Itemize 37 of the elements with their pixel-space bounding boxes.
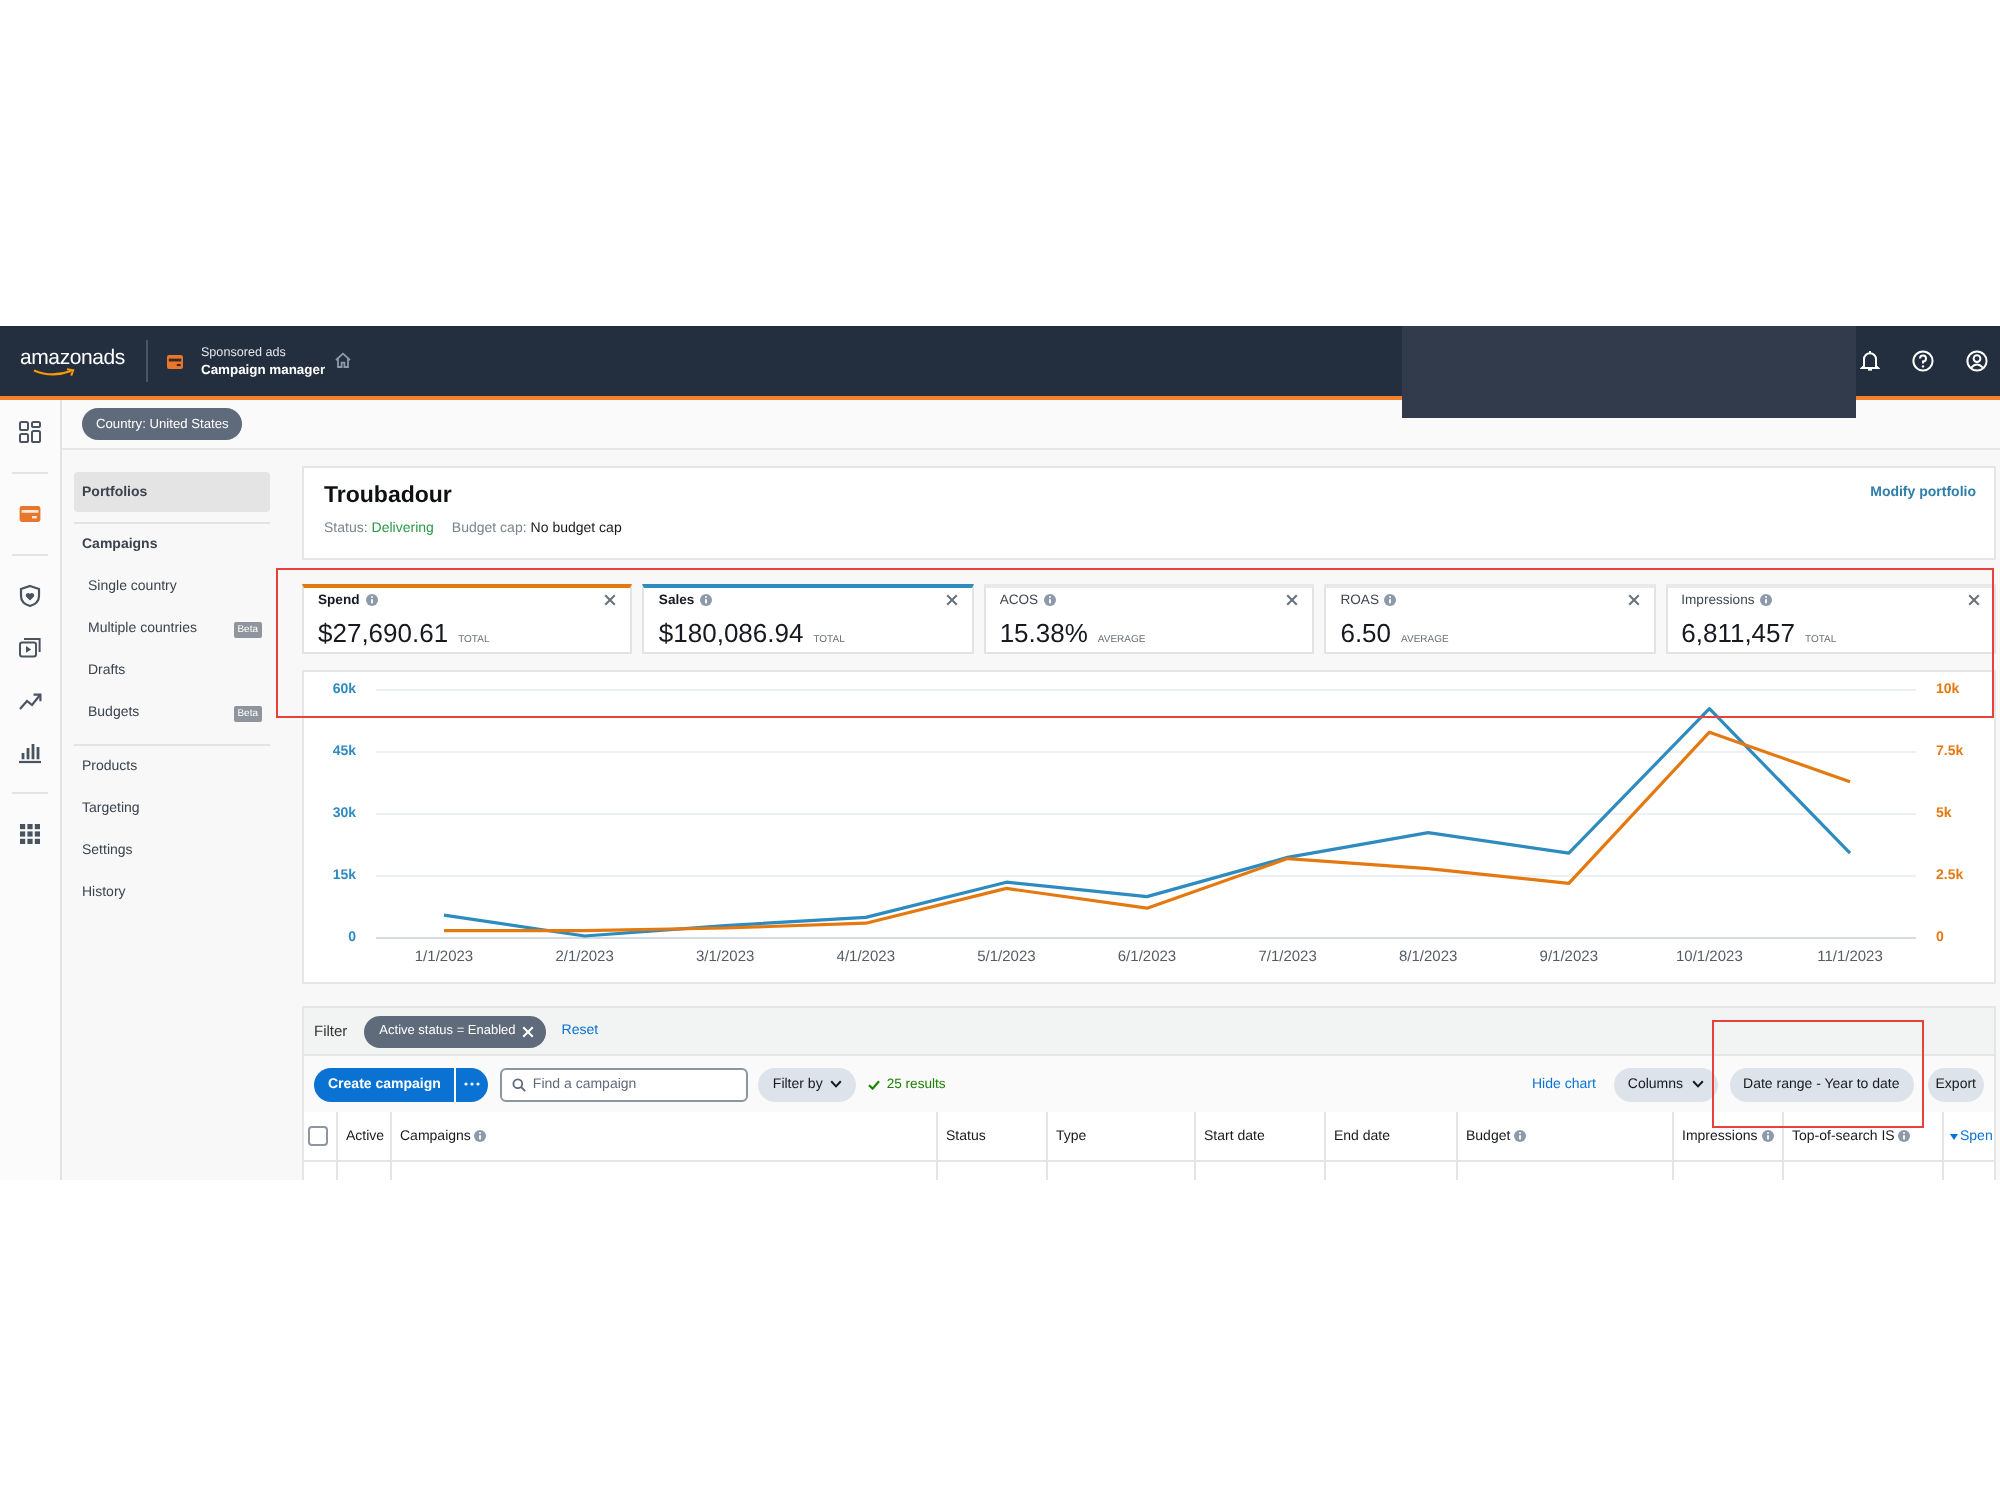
metric-value: 15.38% bbox=[999, 618, 1088, 648]
sort-icon[interactable] bbox=[1950, 1133, 1958, 1139]
smile-arrow-icon bbox=[32, 368, 76, 378]
metric-value: 6,811,457 bbox=[1681, 618, 1795, 648]
info-icon bbox=[365, 594, 378, 606]
info-icon bbox=[1384, 594, 1397, 606]
more-options-button[interactable] bbox=[456, 1067, 489, 1101]
close-icon[interactable] bbox=[1968, 594, 1981, 606]
chevron-down-icon bbox=[1691, 1080, 1704, 1088]
grid-icon[interactable] bbox=[18, 420, 42, 444]
close-icon[interactable] bbox=[1627, 594, 1640, 606]
info-icon bbox=[1044, 594, 1057, 606]
close-icon[interactable] bbox=[604, 594, 617, 606]
check-icon bbox=[868, 1079, 881, 1089]
user-icon[interactable] bbox=[1966, 350, 1988, 372]
close-icon[interactable] bbox=[1286, 594, 1299, 606]
wallet-icon bbox=[166, 353, 185, 369]
checkbox[interactable] bbox=[308, 1126, 328, 1146]
metric-value: $180,086.94 bbox=[658, 618, 804, 648]
brand-logo[interactable]: amazonads bbox=[20, 346, 125, 370]
media-icon[interactable] bbox=[18, 636, 42, 660]
bell-icon[interactable] bbox=[1860, 350, 1880, 372]
shield-icon[interactable] bbox=[18, 584, 42, 608]
search-icon bbox=[512, 1077, 527, 1091]
home-icon[interactable] bbox=[333, 351, 352, 367]
close-icon[interactable] bbox=[945, 594, 958, 606]
info-icon bbox=[1760, 594, 1773, 606]
help-icon[interactable] bbox=[1912, 350, 1934, 372]
trend-icon[interactable] bbox=[18, 688, 42, 712]
portfolio-title: Troubadour bbox=[324, 482, 452, 510]
chevron-down-icon bbox=[830, 1080, 843, 1088]
info-icon bbox=[700, 594, 713, 606]
wallet-icon[interactable] bbox=[18, 502, 42, 526]
metric-value: $27,690.61 bbox=[318, 618, 449, 648]
bar-chart-icon[interactable] bbox=[18, 740, 42, 764]
apps-icon[interactable] bbox=[18, 822, 42, 846]
metric-value: 6.50 bbox=[1340, 618, 1392, 648]
